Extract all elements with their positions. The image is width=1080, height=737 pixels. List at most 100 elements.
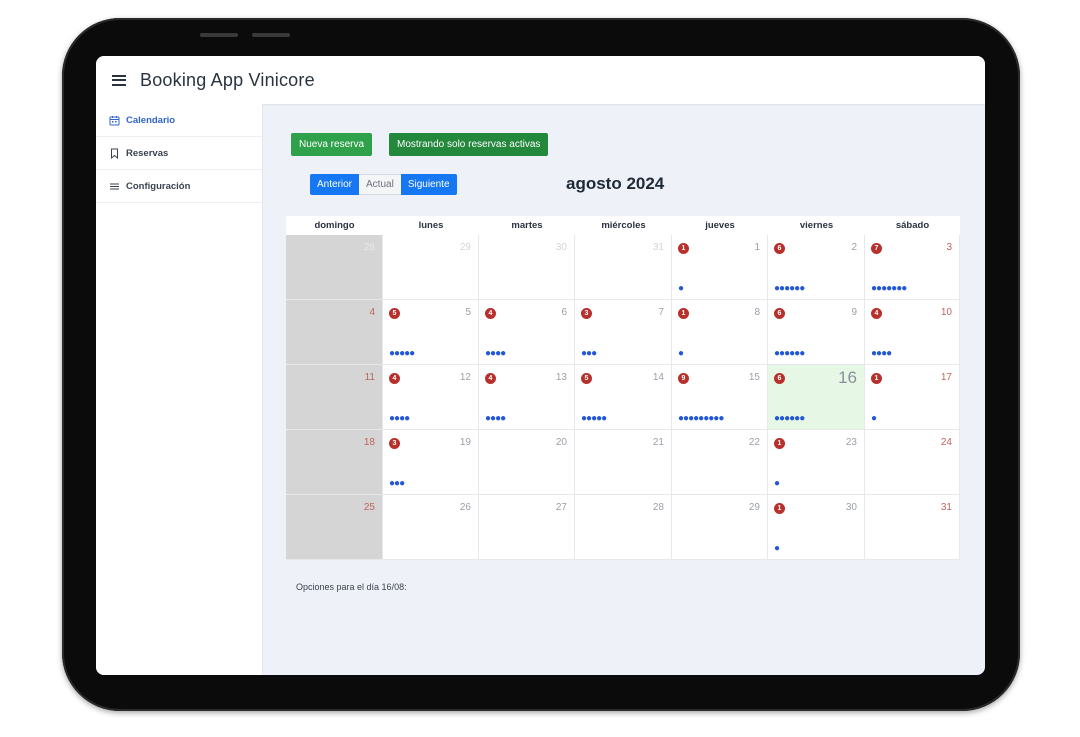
booking-count-badge: 4 — [389, 373, 400, 384]
sidebar-item-configuracion[interactable]: Configuración — [96, 170, 262, 203]
day-number: 21 — [652, 437, 664, 448]
day-cell[interactable]: 27 — [479, 495, 575, 560]
active-filter-button[interactable]: Mostrando solo reservas activas — [389, 133, 549, 156]
booking-dots: ●●●●● — [389, 348, 415, 359]
booking-count-badge: 5 — [581, 373, 592, 384]
day-number: 9 — [851, 307, 857, 318]
next-month-button[interactable]: Siguiente — [400, 174, 457, 195]
booking-count-badge: 6 — [774, 243, 785, 254]
calendar-body: 28 29 30 31 1 1 ● 6 2 ●●●●●● 7 3 ●●●●●●● 4 5 5 ●●●●● 4 6 ●●… — [286, 235, 960, 560]
day-number: 28 — [363, 242, 375, 253]
booking-count-badge: 4 — [871, 308, 882, 319]
bookmark-icon — [111, 148, 118, 159]
day-cell[interactable]: 31 — [865, 495, 960, 560]
volume-button — [252, 33, 290, 37]
current-month-button[interactable]: Actual — [359, 174, 401, 195]
day-cell[interactable]: 24 — [865, 430, 960, 495]
booking-count-badge: 1 — [871, 373, 882, 384]
day-number: 29 — [748, 502, 760, 513]
calendar-grid: domingo lunes martes miércoles jueves viernes… — [286, 216, 960, 560]
month-nav: Anterior Actual Siguiente — [310, 174, 457, 195]
day-number: 24 — [940, 437, 952, 448]
sidebar-item-calendario[interactable]: Calendario — [96, 104, 262, 137]
day-number: 30 — [845, 502, 857, 513]
booking-count-badge: 6 — [774, 308, 785, 319]
booking-count-badge: 6 — [774, 373, 785, 384]
week-row: 4 5 5 ●●●●● 4 6 ●●●● 3 7 ●●● 1 8 ● 6 9 ●●●●●● 4 10 ●●●● — [286, 300, 960, 365]
day-number: 30 — [555, 242, 567, 253]
booking-count-badge: 5 — [389, 308, 400, 319]
day-cell[interactable]: 4 13 ●●●● — [479, 365, 575, 430]
booking-dots: ● — [871, 413, 877, 424]
day-cell[interactable]: 1 1 ● — [672, 235, 768, 300]
day-cell[interactable]: 4 10 ●●●● — [865, 300, 960, 365]
day-cell[interactable]: 20 — [479, 430, 575, 495]
weekday-label: martes — [511, 220, 543, 231]
day-cell[interactable]: 4 — [286, 300, 383, 365]
booking-dots: ●●●●● — [581, 413, 607, 424]
booking-dots: ●●● — [581, 348, 597, 359]
sidebar-item-label: Reservas — [126, 147, 169, 159]
day-cell[interactable]: 7 3 ●●●●●●● — [865, 235, 960, 300]
sidebar-item-reservas[interactable]: Reservas — [96, 137, 262, 170]
day-cell[interactable]: 3 19 ●●● — [383, 430, 479, 495]
day-cell[interactable]: 28 — [575, 495, 672, 560]
new-booking-button[interactable]: Nueva reserva — [291, 133, 373, 156]
sidebar: Calendario Reservas Configuración — [96, 104, 263, 675]
day-cell[interactable]: 29 — [383, 235, 479, 300]
day-number: 10 — [940, 307, 952, 318]
weekday-label: viernes — [799, 220, 834, 231]
day-cell[interactable]: 1 23 ● — [768, 430, 865, 495]
day-number: 28 — [652, 502, 664, 513]
day-number: 31 — [940, 502, 952, 513]
calendar-icon — [109, 115, 120, 125]
day-number: 6 — [561, 307, 567, 318]
app-header: Booking App Vinicore — [96, 56, 985, 104]
day-number: 15 — [748, 372, 760, 383]
booking-dots: ●●●● — [871, 348, 892, 359]
day-cell[interactable]: 11 — [286, 365, 383, 430]
booking-dots: ● — [774, 478, 780, 489]
weekday-label: sábado — [895, 220, 930, 231]
day-number: 1 — [754, 242, 760, 253]
day-cell[interactable]: 25 — [286, 495, 383, 560]
booking-count-badge: 3 — [389, 438, 400, 449]
day-cell[interactable]: 26 — [383, 495, 479, 560]
day-cell[interactable]: 4 12 ●●●● — [383, 365, 479, 430]
booking-count-badge: 9 — [678, 373, 689, 384]
booking-dots: ●●●● — [485, 348, 506, 359]
day-cell[interactable]: 30 — [479, 235, 575, 300]
day-cell[interactable]: 4 6 ●●●● — [479, 300, 575, 365]
day-cell[interactable]: 31 — [575, 235, 672, 300]
day-cell[interactable]: 29 — [672, 495, 768, 560]
day-cell[interactable]: 6 9 ●●●●●● — [768, 300, 865, 365]
day-cell[interactable]: 5 14 ●●●●● — [575, 365, 672, 430]
day-cell[interactable]: 28 — [286, 235, 383, 300]
day-number: 2 — [851, 242, 857, 253]
day-cell[interactable]: 1 30 ● — [768, 495, 865, 560]
app-title: Booking App Vinicore — [140, 69, 315, 90]
week-row: 11 4 12 ●●●● 4 13 ●●●● 5 14 ●●●●● 9 15 ●●●●●●●●● 6 16 ●… — [286, 365, 960, 430]
prev-month-button[interactable]: Anterior — [310, 174, 360, 195]
day-cell[interactable]: 1 17 ● — [865, 365, 960, 430]
day-cell[interactable]: 22 — [672, 430, 768, 495]
day-cell[interactable]: 21 — [575, 430, 672, 495]
day-cell[interactable]: 6 16 ●●●●●● — [768, 365, 865, 430]
sidebar-item-label: Calendario — [126, 114, 176, 126]
day-number: 27 — [555, 502, 567, 513]
weekday-label: jueves — [705, 220, 735, 231]
booking-dots: ●●●● — [485, 413, 506, 424]
menu-icon[interactable] — [112, 74, 126, 86]
day-cell[interactable]: 3 7 ●●● — [575, 300, 672, 365]
day-number: 31 — [652, 242, 664, 253]
day-cell[interactable]: 18 — [286, 430, 383, 495]
day-cell[interactable]: 9 15 ●●●●●●●●● — [672, 365, 768, 430]
day-number: 14 — [652, 372, 664, 383]
day-number: 29 — [459, 242, 471, 253]
day-cell[interactable]: 1 8 ● — [672, 300, 768, 365]
booking-dots: ● — [774, 543, 780, 554]
day-cell[interactable]: 5 5 ●●●●● — [383, 300, 479, 365]
weekday-label: lunes — [418, 220, 444, 231]
day-cell[interactable]: 6 2 ●●●●●● — [768, 235, 865, 300]
day-number: 13 — [555, 372, 567, 383]
